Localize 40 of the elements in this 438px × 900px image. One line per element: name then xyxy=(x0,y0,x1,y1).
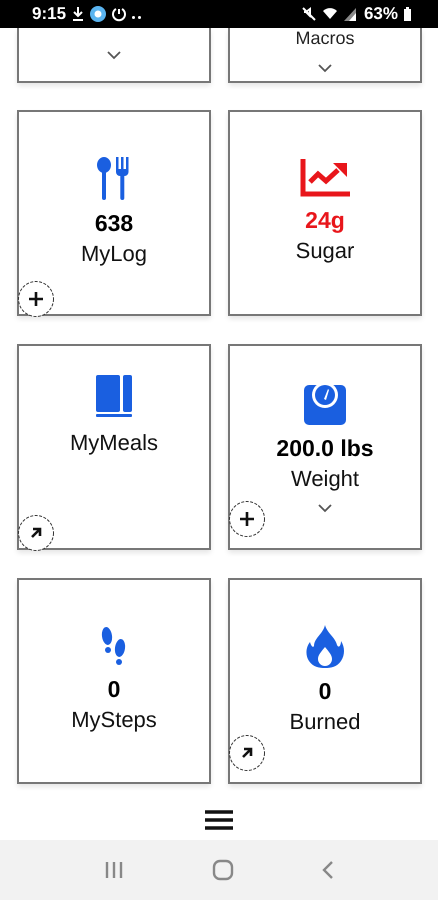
tile-value: 200.0 lbs xyxy=(276,434,374,463)
back-icon[interactable] xyxy=(320,860,335,880)
download-icon xyxy=(71,6,86,22)
tile-card[interactable]: MyMeals xyxy=(17,344,211,550)
add-button[interactable] xyxy=(17,280,55,318)
tile-label: MyLog xyxy=(80,240,148,268)
tile-card[interactable]: 200.0 lbs Weight xyxy=(228,344,422,550)
open-arrow-button[interactable] xyxy=(17,514,55,552)
app-notification-icon xyxy=(90,6,106,22)
timer-icon xyxy=(111,6,128,22)
tile-card[interactable]: 638 MyLog xyxy=(17,110,211,316)
status-time: 9:15 xyxy=(32,4,66,24)
chevron-down-icon[interactable] xyxy=(317,63,333,73)
battery-icon xyxy=(403,6,412,22)
tile-label: Sugar xyxy=(296,237,354,265)
tile-value: 24g xyxy=(305,206,345,235)
tile-value: 0 xyxy=(108,675,120,704)
tile-value: 638 xyxy=(94,209,134,238)
home-icon[interactable] xyxy=(212,859,234,881)
tile-label: MyMeals xyxy=(70,429,158,457)
chevron-down-icon[interactable] xyxy=(317,503,333,513)
tile-value: 0 xyxy=(318,677,332,706)
tile-label: MySteps xyxy=(71,706,157,734)
book-icon xyxy=(94,375,134,419)
trend-chart-icon xyxy=(300,159,350,197)
flame-icon xyxy=(305,624,345,668)
tile-label: Weight xyxy=(290,465,360,493)
add-button[interactable] xyxy=(228,500,266,538)
open-arrow-button[interactable] xyxy=(228,734,266,772)
battery-level: 63% xyxy=(364,4,398,24)
chevron-down-icon[interactable] xyxy=(106,50,122,60)
tile-card[interactable]: Macros xyxy=(228,28,422,83)
more-icon xyxy=(132,16,142,18)
tile-card[interactable]: 0 Burned xyxy=(228,578,422,784)
signal-icon xyxy=(342,6,357,22)
tile-card[interactable]: 24g Sugar xyxy=(228,110,422,316)
tile-card[interactable]: 0 MySteps xyxy=(17,578,211,784)
tile-label: Macros xyxy=(295,28,354,49)
tile-label: Burned xyxy=(290,708,360,736)
mute-icon xyxy=(300,6,317,22)
